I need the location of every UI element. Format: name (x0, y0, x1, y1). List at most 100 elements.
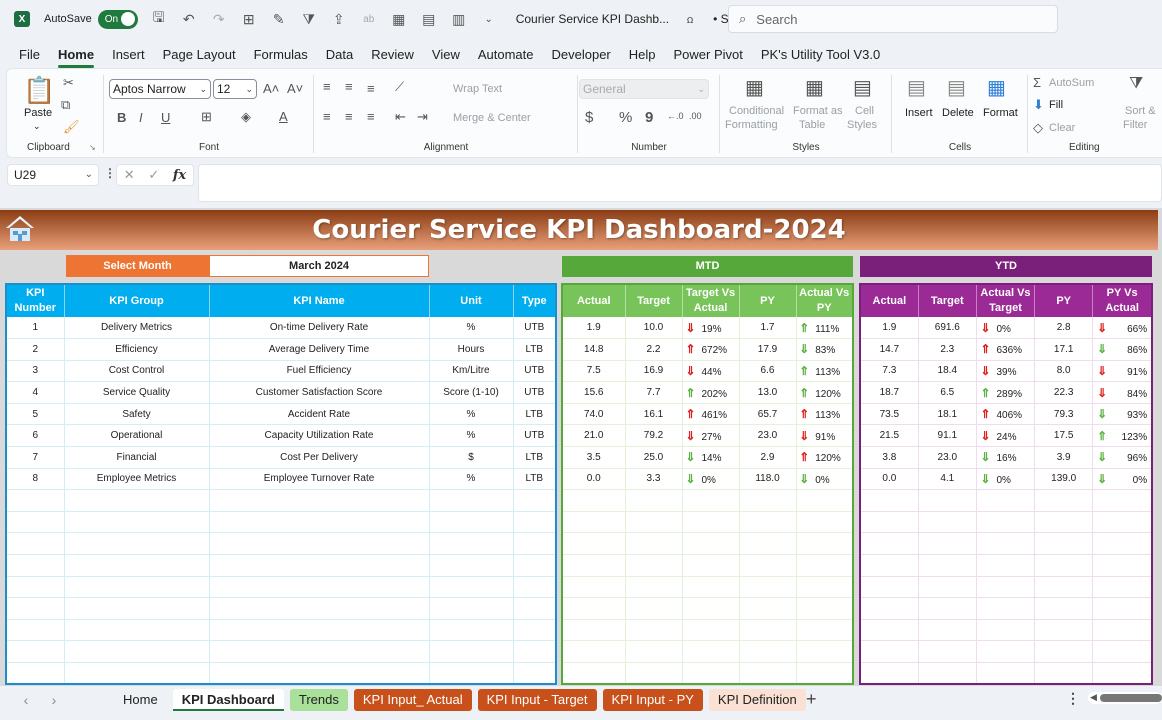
empty-cell[interactable] (209, 576, 430, 599)
format-button[interactable]: Format (983, 107, 1018, 119)
empty-cell[interactable] (796, 619, 854, 642)
empty-cell[interactable] (209, 597, 430, 620)
tab-review[interactable]: Review (362, 42, 423, 68)
empty-cell[interactable] (796, 662, 854, 685)
empty-cell[interactable] (682, 511, 740, 534)
empty-cell[interactable] (976, 511, 1036, 534)
empty-cell[interactable] (918, 619, 977, 642)
tab-file[interactable]: File (10, 42, 49, 68)
empty-cell[interactable] (739, 532, 797, 556)
empty-cell[interactable] (976, 532, 1036, 556)
form-icon[interactable]: ▦ (390, 11, 408, 28)
empty-cell[interactable] (1034, 532, 1094, 556)
empty-cell[interactable] (1092, 662, 1153, 685)
empty-cell[interactable] (6, 532, 65, 556)
empty-cell[interactable] (682, 554, 740, 577)
empty-cell[interactable] (796, 532, 854, 556)
empty-cell[interactable] (1092, 576, 1153, 599)
empty-cell[interactable] (860, 619, 919, 642)
empty-cell[interactable] (682, 662, 740, 685)
font-color-icon[interactable]: A (279, 109, 288, 124)
empty-cell[interactable] (562, 597, 626, 620)
sheet-tab-kpi-dashboard[interactable]: KPI Dashboard (172, 689, 284, 711)
empty-cell[interactable] (562, 640, 626, 663)
font-size-select[interactable]: 12 ⌄ (213, 79, 257, 99)
empty-cell[interactable] (1092, 489, 1153, 512)
empty-cell[interactable] (429, 576, 514, 599)
clear-button[interactable]: Clear (1049, 122, 1075, 134)
empty-cell[interactable] (6, 597, 65, 620)
align-bottom-icon[interactable]: ≡ (367, 81, 375, 96)
font-name-select[interactable]: Aptos Narrow ⌄ (109, 79, 211, 99)
cut-icon[interactable]: ✂ (63, 75, 74, 91)
empty-cell[interactable] (64, 597, 210, 620)
empty-cell[interactable] (64, 511, 210, 534)
empty-cell[interactable] (739, 619, 797, 642)
redo-icon[interactable]: ↷ (210, 11, 228, 28)
align-middle-icon[interactable]: ≡ (345, 79, 353, 94)
empty-cell[interactable] (1092, 640, 1153, 663)
decrease-font-icon[interactable]: A˅ (287, 81, 303, 96)
empty-cell[interactable] (513, 662, 557, 685)
align-center-icon[interactable]: ≡ (345, 109, 353, 124)
empty-cell[interactable] (429, 554, 514, 577)
empty-cell[interactable] (739, 511, 797, 534)
autosum-button[interactable]: AutoSum (1049, 77, 1094, 89)
empty-cell[interactable] (625, 662, 683, 685)
cell-styles-button[interactable]: Cell (855, 105, 874, 117)
empty-cell[interactable] (562, 489, 626, 512)
empty-cell[interactable] (1092, 532, 1153, 556)
decrease-decimal-icon[interactable]: .00 (689, 111, 702, 121)
bold-button[interactable]: B (117, 110, 126, 125)
empty-cell[interactable] (976, 554, 1036, 577)
empty-cell[interactable] (64, 619, 210, 642)
align-right-icon[interactable]: ≡ (367, 109, 375, 124)
empty-cell[interactable] (1092, 554, 1153, 577)
calculator2-icon[interactable]: ▥ (450, 11, 468, 28)
percent-button[interactable]: % (619, 109, 632, 126)
tab-formulas[interactable]: Formulas (245, 42, 317, 68)
empty-cell[interactable] (64, 576, 210, 599)
empty-cell[interactable] (918, 532, 977, 556)
autosave-toggle[interactable]: On (97, 9, 138, 29)
number-format-select[interactable]: General ⌄ (579, 79, 709, 99)
insert-button[interactable]: Insert (905, 107, 933, 119)
empty-cell[interactable] (796, 597, 854, 620)
borders-icon[interactable]: ⊞ (240, 11, 258, 28)
format-as-table-icon[interactable]: ▦ (805, 75, 824, 100)
empty-cell[interactable] (562, 554, 626, 577)
empty-cell[interactable] (796, 640, 854, 663)
sort-filter-button[interactable]: Sort & (1125, 105, 1156, 117)
empty-cell[interactable] (429, 597, 514, 620)
fill-button[interactable]: Fill (1049, 99, 1063, 111)
empty-cell[interactable] (976, 576, 1036, 599)
empty-cell[interactable] (625, 597, 683, 620)
empty-cell[interactable] (918, 511, 977, 534)
calculator-icon[interactable]: ▤ (420, 11, 438, 28)
tab-insert[interactable]: Insert (103, 42, 154, 68)
insert-cells-icon[interactable]: ▤ (907, 75, 926, 100)
empty-cell[interactable] (682, 619, 740, 642)
increase-decimal-icon[interactable]: ←.0 (667, 111, 684, 121)
italic-button[interactable]: I (139, 110, 143, 125)
empty-cell[interactable] (562, 511, 626, 534)
empty-cell[interactable] (1034, 489, 1094, 512)
conditional-formatting-icon[interactable]: ▦ (745, 75, 764, 100)
currency-button[interactable]: $ (585, 109, 593, 126)
fill-icon[interactable]: ⬇ (1033, 97, 1044, 113)
align-top-icon[interactable]: ≡ (323, 79, 331, 94)
tab-automate[interactable]: Automate (469, 42, 543, 68)
empty-cell[interactable] (625, 640, 683, 663)
empty-cell[interactable] (209, 532, 430, 556)
empty-cell[interactable] (625, 532, 683, 556)
tab-view[interactable]: View (423, 42, 469, 68)
merge-center-button[interactable]: Merge & Center (453, 112, 531, 124)
orientation-icon[interactable]: ⟋ (395, 79, 404, 95)
empty-cell[interactable] (1034, 576, 1094, 599)
underline-button[interactable]: U (161, 110, 170, 125)
empty-cell[interactable] (429, 511, 514, 534)
name-box[interactable]: U29 ⌄ (7, 164, 99, 186)
empty-cell[interactable] (682, 640, 740, 663)
sheet-tab-home[interactable]: Home (114, 689, 167, 711)
empty-cell[interactable] (1034, 619, 1094, 642)
